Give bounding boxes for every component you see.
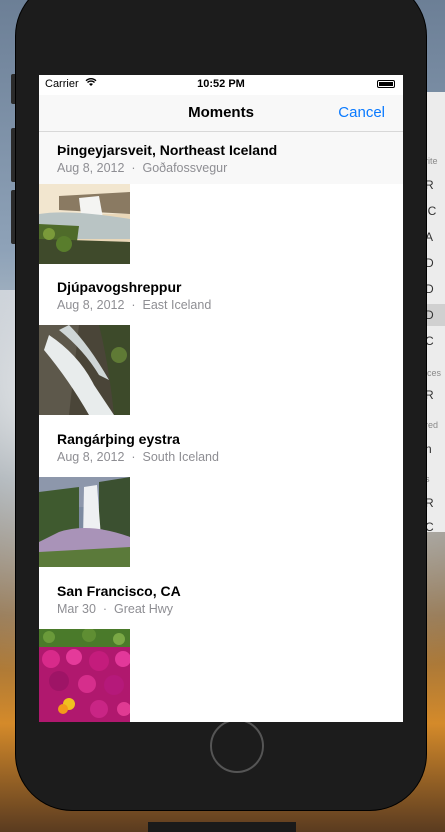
moment-location: Goðafossvegur xyxy=(142,161,228,175)
navigation-bar: Moments Cancel xyxy=(39,95,403,132)
photo-thumbnail[interactable] xyxy=(39,184,130,264)
battery-icon xyxy=(377,80,395,88)
photo-thumbnail[interactable] xyxy=(39,477,130,567)
finder-section-label: rite xyxy=(425,156,438,166)
moment-date: Aug 8, 2012 xyxy=(57,161,125,175)
finder-sidebar-item[interactable]: A xyxy=(425,230,433,244)
finder-section-label: red xyxy=(425,420,439,430)
moment-header: Djúpavogshreppur Aug 8, 2012 · East Icel… xyxy=(39,269,403,321)
moment-subtitle: Mar 30 · Great Hwy xyxy=(57,602,173,616)
separator-dot: · xyxy=(131,450,136,464)
photo-thumbnail[interactable] xyxy=(39,629,130,722)
finder-sidebar-item[interactable]: D xyxy=(425,282,434,296)
moment-date: Mar 30 xyxy=(57,602,96,616)
moment-location: Great Hwy xyxy=(113,602,174,616)
finder-sidebar-item[interactable]: R xyxy=(425,388,434,402)
moment-place: Þingeyjarsveit, Northeast Iceland xyxy=(57,142,278,158)
finder-sidebar-item[interactable]: D xyxy=(425,256,434,270)
finder-sidebar-item[interactable]: n xyxy=(425,442,432,456)
moment-subtitle: Aug 8, 2012 · South Iceland xyxy=(57,450,219,464)
finder-sidebar-item[interactable]: C xyxy=(425,520,434,534)
moment-subtitle: Aug 8, 2012 · Goðafossvegur xyxy=(57,161,227,175)
finder-sidebar-item[interactable]: C xyxy=(425,334,434,348)
phone-screen: Carrier 10:52 PM Þingeyjarsveit, Northea… xyxy=(39,75,403,722)
home-button[interactable] xyxy=(210,719,264,773)
waterfall-photo xyxy=(39,184,130,264)
finder-sidebar-item[interactable]: R xyxy=(425,496,434,510)
waterfall-photo xyxy=(39,477,130,567)
flowers-photo xyxy=(39,629,130,722)
finder-sidebar-item[interactable]: D xyxy=(425,308,434,322)
moment-place: Rangárþing eystra xyxy=(57,431,180,447)
finder-sidebar-item[interactable]: R xyxy=(425,178,434,192)
separator-dot: · xyxy=(131,161,136,175)
status-time: 10:52 PM xyxy=(197,78,245,90)
moment-date: Aug 8, 2012 xyxy=(57,298,125,312)
waterfall-photo xyxy=(39,325,130,415)
finder-section-label: ices xyxy=(425,368,442,378)
finder-sidebar-item[interactable]: iC xyxy=(425,204,436,218)
separator-dot: · xyxy=(131,298,136,312)
moment-subtitle: Aug 8, 2012 · East Iceland xyxy=(57,298,211,312)
moment-header: Rangárþing eystra Aug 8, 2012 · South Ic… xyxy=(39,421,403,473)
moment-header: San Francisco, CA Mar 30 · Great Hwy xyxy=(39,573,403,625)
cancel-button[interactable]: Cancel xyxy=(338,104,385,121)
status-bar: Carrier 10:52 PM xyxy=(39,75,403,95)
moment-place: Djúpavogshreppur xyxy=(57,279,182,295)
photo-thumbnail[interactable] xyxy=(39,325,130,415)
moment-date: Aug 8, 2012 xyxy=(57,450,125,464)
moment-header: Þingeyjarsveit, Northeast Iceland Aug 8,… xyxy=(39,132,403,184)
moment-place: San Francisco, CA xyxy=(57,583,181,599)
dock-edge xyxy=(148,822,296,832)
moment-location: East Iceland xyxy=(142,298,212,312)
moment-location: South Iceland xyxy=(142,450,219,464)
separator-dot: · xyxy=(102,602,108,616)
